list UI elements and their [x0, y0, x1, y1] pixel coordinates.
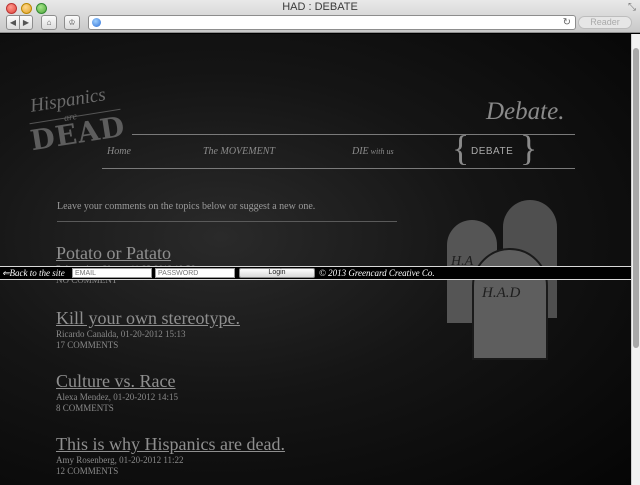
- nav-die-link[interactable]: DIE with us: [352, 146, 394, 157]
- forward-button[interactable]: ▶: [19, 15, 33, 30]
- bookmarks-button[interactable]: ♔: [64, 15, 80, 30]
- intro-text: Leave your comments on the topics below …: [57, 201, 316, 212]
- scrollbar-thumb[interactable]: [633, 48, 639, 348]
- copyright-text: © 2013 Greencard Creative Co.: [319, 268, 435, 278]
- globe-icon: [92, 18, 101, 27]
- page-scrollbar[interactable]: [631, 34, 640, 485]
- brace-close: }: [520, 128, 538, 168]
- topic-comment-count[interactable]: 12 COMMENTS: [56, 466, 285, 477]
- home-button[interactable]: ⌂: [41, 15, 57, 30]
- topic-title-link[interactable]: This is why Hispanics are dead.: [56, 434, 285, 454]
- address-bar[interactable]: ↻: [88, 15, 576, 30]
- topic-author-date: Alexa Mendez, 01-20-2012 14:15: [56, 392, 178, 402]
- topic-item: This is why Hispanics are dead. Amy Rose…: [56, 434, 285, 477]
- topic-author-date: Ricardo Canalda, 01-20-2012 15:13: [56, 329, 186, 339]
- tombstone-front: [472, 248, 548, 360]
- back-to-site-link[interactable]: ⇐Back to the site: [2, 267, 65, 279]
- email-field[interactable]: [72, 268, 152, 278]
- tombstone-front-label: H.A.D: [482, 285, 521, 301]
- intro-divider: [57, 221, 397, 222]
- brace-open: {: [452, 128, 470, 168]
- fullscreen-icon[interactable]: ⤡: [628, 2, 636, 13]
- nav-debate-link[interactable]: DEBATE: [471, 146, 513, 157]
- topic-title-link[interactable]: Culture vs. Race: [56, 371, 178, 391]
- back-button[interactable]: ◀: [6, 15, 20, 30]
- topic-author-date: Amy Rosenberg, 01-20-2012 11:22: [56, 455, 184, 465]
- nav-die-suffix: with us: [368, 147, 394, 156]
- topic-comment-count[interactable]: 17 COMMENTS: [56, 340, 240, 351]
- back-arrow-icon: ◀: [9, 18, 17, 27]
- reader-button[interactable]: Reader: [578, 16, 632, 29]
- window-title: HAD : DEBATE: [282, 1, 358, 13]
- browser-toolbar: HAD : DEBATE ⤡ ◀ ▶ ⌂ ♔ ↻ Reader: [0, 0, 640, 33]
- topic-item: Culture vs. Race Alexa Mendez, 01-20-201…: [56, 371, 178, 414]
- password-field[interactable]: [155, 268, 235, 278]
- bookmarks-icon: ♔: [68, 18, 76, 27]
- topic-title-link[interactable]: Potato or Patato: [56, 243, 195, 263]
- topic-comment-count[interactable]: 8 COMMENTS: [56, 403, 178, 414]
- login-bar: ⇐Back to the site Login © 2013 Greencard…: [0, 266, 631, 280]
- page-content: Hispanics are DEAD Debate. Home The MOVE…: [0, 34, 631, 485]
- header-rule-top: [132, 134, 575, 135]
- topic-title-link[interactable]: Kill your own stereotype.: [56, 308, 240, 328]
- forward-arrow-icon: ▶: [22, 18, 30, 27]
- home-icon: ⌂: [46, 18, 52, 27]
- topic-item: Kill your own stereotype. Ricardo Canald…: [56, 308, 240, 351]
- nav-home-link[interactable]: Home: [107, 146, 131, 157]
- nav-movement-link[interactable]: The MOVEMENT: [203, 146, 275, 157]
- page-title: Debate.: [486, 98, 565, 125]
- nav-die-label: DIE: [352, 146, 369, 157]
- reload-icon[interactable]: ↻: [563, 16, 571, 29]
- header-rule-bottom: [102, 168, 575, 169]
- login-button[interactable]: Login: [239, 268, 315, 278]
